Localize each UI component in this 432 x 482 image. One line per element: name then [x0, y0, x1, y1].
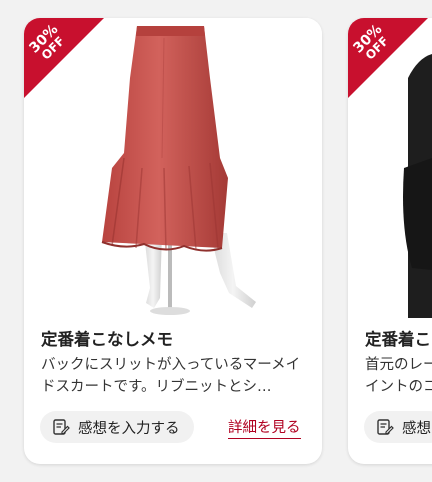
card-description: バックにスリットが入っているマーメイドスカートです。リブニットとシ… — [41, 357, 301, 395]
card-description: 首元のレー イントのコ — [365, 354, 432, 398]
card-description-line: イントのコ — [365, 379, 432, 395]
card-description-line: 首元のレー — [365, 357, 432, 373]
card-title: 定番着こなしメモ — [41, 330, 173, 349]
enter-impression-button[interactable]: 感想 — [364, 411, 432, 443]
edit-note-icon — [376, 418, 394, 436]
card-title: 定番着こ — [365, 330, 431, 349]
product-card[interactable]: 30% OFF 定番着こ 首元のレー イントのコ 感想 — [348, 18, 432, 464]
edit-note-icon — [52, 418, 70, 436]
enter-impression-label: 感想を入力する — [78, 420, 180, 437]
view-details-link[interactable]: 詳細を見る — [228, 416, 301, 439]
discount-badge: 30% OFF — [348, 18, 428, 98]
product-card[interactable]: 30% OFF 定番着こなしメモ バックにスリットが入っているマーメイドスカート… — [24, 18, 322, 464]
discount-badge: 30% OFF — [24, 18, 104, 98]
product-carousel: 30% OFF 定番着こなしメモ バックにスリットが入っているマーメイドスカート… — [0, 0, 432, 482]
enter-impression-label: 感想 — [402, 420, 431, 437]
enter-impression-button[interactable]: 感想を入力する — [40, 411, 194, 443]
